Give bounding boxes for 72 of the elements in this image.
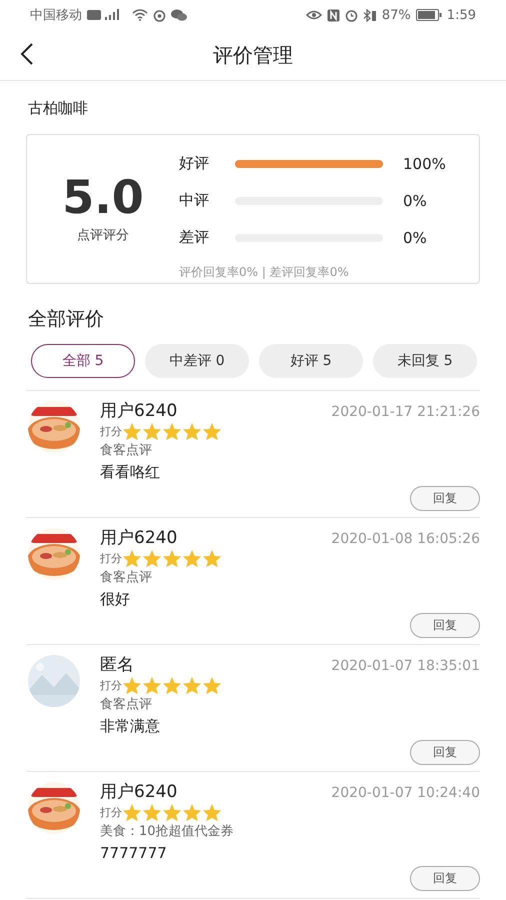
filter-tab[interactable]: 全部 5 — [31, 344, 135, 378]
filter-tab[interactable]: 未回复 5 — [373, 344, 477, 378]
star-icon — [202, 803, 222, 822]
wifi-icon — [132, 9, 148, 21]
rating-level-label: 中评 — [179, 191, 210, 210]
review-text: 7777777 — [100, 844, 167, 862]
star-icon — [142, 549, 162, 568]
star-icon — [122, 422, 142, 441]
rating-label: 打分 — [100, 424, 122, 439]
reply-rate-text: 评价回复率0% | 差评回复率0% — [179, 264, 350, 281]
score-label: 点评评分 — [77, 227, 129, 244]
star-icon — [142, 803, 162, 822]
star-icon — [122, 803, 142, 822]
rating-percent: 0% — [403, 192, 427, 210]
review-text: 看看咯红 — [100, 463, 160, 482]
star-icon — [122, 676, 142, 695]
user-name: 用户6240 — [100, 781, 178, 803]
star-icon — [122, 549, 142, 568]
rating-level-label: 好评 — [179, 154, 210, 173]
reply-button[interactable]: 回复 — [410, 866, 480, 891]
star-icon — [142, 676, 162, 695]
star-icon — [162, 422, 182, 441]
review-source: 美食：10抢超值代金券 — [100, 823, 234, 840]
bluetooth-icon — [362, 8, 377, 22]
review-time: 2020-01-17 21:21:26 — [331, 404, 480, 420]
review-source: 食客点评 — [100, 569, 152, 586]
star-icon — [202, 549, 222, 568]
rating-label: 打分 — [100, 805, 122, 820]
rating-percent: 0% — [403, 228, 427, 246]
review-time: 2020-01-07 10:24:40 — [331, 785, 480, 801]
rating-label: 打分 — [100, 678, 122, 693]
battery-percent: 87% — [382, 8, 411, 22]
star-icon — [162, 549, 182, 568]
user-name: 用户6240 — [100, 527, 178, 549]
nfc-icon — [326, 8, 340, 22]
app-notification-icon — [153, 8, 166, 22]
back-button[interactable] — [20, 43, 34, 65]
review-source: 食客点评 — [100, 442, 152, 459]
rating-percent: 100% — [403, 154, 446, 172]
review-text: 非常满意 — [100, 717, 160, 736]
star-icon — [142, 422, 162, 441]
star-icon — [182, 549, 202, 568]
star-icon — [182, 803, 202, 822]
reply-button[interactable]: 回复 — [410, 740, 480, 765]
average-score: 5.0 — [62, 174, 144, 220]
review-time: 2020-01-07 18:35:01 — [331, 658, 480, 674]
review-text: 很好 — [100, 590, 130, 609]
battery-icon — [416, 9, 442, 21]
star-icon — [202, 676, 222, 695]
shop-name: 古柏咖啡 — [27, 98, 89, 119]
carrier-name: 中国移动 — [30, 7, 82, 24]
rating-level-label: 差评 — [179, 228, 210, 247]
chat-icon — [171, 9, 187, 21]
alarm-icon — [344, 8, 358, 22]
user-name: 匿名 — [100, 654, 134, 676]
filter-tab[interactable]: 中差评 0 — [145, 344, 249, 378]
rating-label: 打分 — [100, 551, 122, 566]
eye-icon — [306, 9, 322, 21]
reply-button[interactable]: 回复 — [410, 486, 480, 511]
clock-time: 1:59 — [446, 8, 476, 22]
star-icon — [162, 803, 182, 822]
page-title: 评价管理 — [213, 42, 293, 68]
star-icon — [202, 422, 222, 441]
review-source: 食客点评 — [100, 696, 152, 713]
filter-tab[interactable]: 好评 5 — [259, 344, 363, 378]
section-title: 全部评价 — [27, 307, 105, 332]
user-name: 用户6240 — [100, 400, 178, 422]
star-icon — [182, 676, 202, 695]
reply-button[interactable]: 回复 — [410, 613, 480, 638]
star-icon — [162, 676, 182, 695]
star-icon — [182, 422, 202, 441]
review-time: 2020-01-08 16:05:26 — [331, 531, 480, 547]
